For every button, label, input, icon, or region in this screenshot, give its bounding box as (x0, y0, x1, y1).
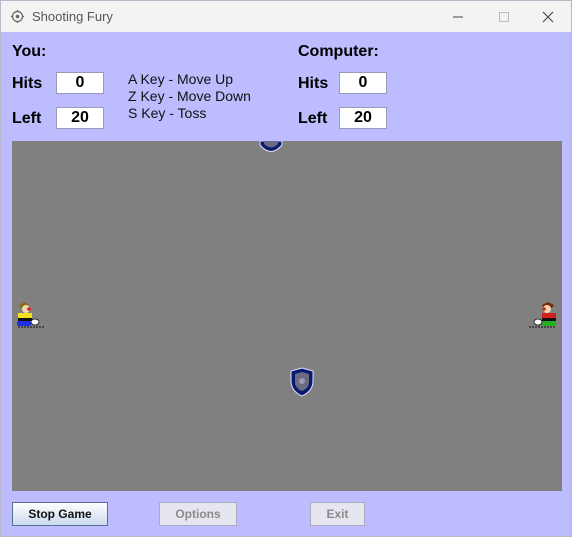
close-icon (542, 11, 554, 22)
exit-button[interactable]: Exit (310, 502, 365, 526)
game-window: Shooting Fury You: Hits 0 Left 20 A Key … (0, 0, 572, 537)
computer-left-label: Left (298, 110, 328, 127)
gear-icon (11, 10, 24, 23)
player-hits-label: Hits (12, 75, 43, 92)
play-field[interactable] (12, 141, 562, 491)
window-title: Shooting Fury (32, 9, 113, 24)
title-bar: Shooting Fury (1, 1, 571, 32)
maximize-button[interactable] (481, 1, 527, 32)
computer-hits-label: Hits (298, 75, 329, 92)
computer-left-value: 20 (339, 107, 387, 129)
top-shield-sprite (259, 141, 283, 152)
player-left-value: 20 (56, 107, 104, 129)
minimize-icon (453, 16, 463, 17)
player-hits-value: 0 (56, 72, 104, 94)
shield-sprite (290, 367, 314, 397)
help-move-down: Z Key - Move Down (128, 88, 251, 104)
player-heading: You: (12, 43, 47, 60)
options-button[interactable]: Options (159, 502, 237, 526)
computer-hits-value: 0 (339, 72, 387, 94)
help-move-up: A Key - Move Up (128, 71, 234, 87)
stop-game-button[interactable]: Stop Game (12, 502, 108, 526)
computer-character-sprite (529, 302, 556, 328)
player-left-label: Left (12, 110, 42, 127)
minimize-button[interactable] (435, 1, 481, 32)
maximize-icon (499, 11, 509, 22)
close-button[interactable] (525, 1, 571, 32)
computer-heading: Computer: (298, 43, 379, 60)
help-toss: S Key - Toss (128, 105, 207, 121)
player-character-sprite (17, 302, 45, 328)
